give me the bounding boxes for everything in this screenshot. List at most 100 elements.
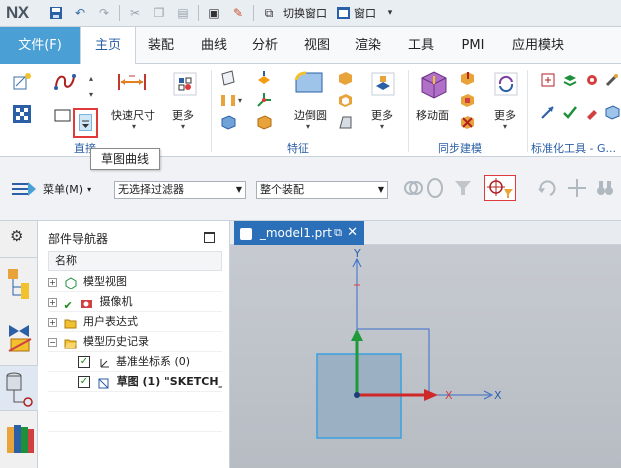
expand-icon[interactable]: + — [48, 277, 57, 287]
tab-applications[interactable]: 应用模块 — [504, 27, 572, 64]
gear-icon[interactable]: ⚙ — [10, 227, 23, 245]
extrude-icon[interactable] — [256, 70, 272, 86]
chamfer-icon[interactable] — [337, 70, 353, 86]
reuse-library-icon[interactable] — [5, 421, 35, 458]
pull-face-icon[interactable] — [459, 70, 475, 86]
tab-pmi[interactable]: PMI — [452, 27, 494, 64]
move-face-label[interactable]: 移动面 — [416, 107, 449, 123]
unite-icon[interactable] — [256, 114, 272, 130]
visibility-checkbox[interactable]: ✓ — [78, 356, 90, 368]
cut-icon[interactable]: ✂ — [126, 4, 144, 22]
chevron-down-icon[interactable]: ▾ — [181, 122, 185, 131]
finish-sketch-icon[interactable] — [12, 104, 32, 124]
datum-csys-icon[interactable] — [256, 92, 272, 108]
tab-file[interactable]: 文件(F) — [0, 27, 80, 64]
type-filter-dropdown[interactable]: 无选择过滤器 ▼ — [114, 181, 246, 199]
block-icon[interactable] — [220, 114, 236, 130]
chevron-down-icon[interactable]: ▾ — [132, 122, 136, 131]
edge-blend-label[interactable]: 边倒圆 — [294, 107, 327, 123]
general-selection-icon[interactable] — [402, 177, 424, 199]
edge-blend-icon[interactable] — [294, 70, 324, 98]
touch-mode-icon[interactable]: ✎ — [229, 4, 247, 22]
menu-button[interactable]: 菜单(M) ▾ — [10, 179, 91, 199]
sketch-curve-dropdown-face[interactable] — [79, 114, 92, 131]
chevron-down-icon[interactable]: ▾ — [380, 122, 384, 131]
tool-icon[interactable] — [604, 72, 620, 88]
switch-window-label[interactable]: 切换窗口 — [283, 5, 327, 21]
marker-tool-icon[interactable] — [584, 104, 600, 120]
graphics-window[interactable]: _model1.prt ⧉ ✕ Y X X — [230, 221, 621, 468]
tab-view[interactable]: 视图 — [296, 27, 338, 64]
expand-icon[interactable]: + — [48, 297, 57, 307]
window-label[interactable]: 窗口 — [354, 5, 376, 21]
layer-icon[interactable] — [562, 72, 578, 88]
snap-endpoint-icon[interactable] — [566, 177, 588, 199]
snap-point-filter-icon[interactable] — [484, 175, 516, 201]
selection-scope-dropdown[interactable]: 整个装配 ▼ — [256, 181, 388, 199]
more-feature-icon[interactable] — [371, 72, 395, 96]
quick-dimension-icon[interactable] — [117, 70, 147, 94]
delete-face-icon[interactable] — [459, 114, 475, 130]
undo-selection-icon[interactable] — [536, 177, 558, 199]
offset-region-icon[interactable] — [459, 92, 475, 108]
switch-window-icon[interactable]: ⧉ — [260, 4, 278, 22]
profile-icon[interactable] — [53, 70, 77, 92]
constraint-navigator-icon[interactable] — [7, 321, 33, 356]
filter-icon[interactable] — [452, 177, 474, 199]
more-sketch-label[interactable]: 更多 — [172, 107, 194, 123]
chevron-down-icon[interactable]: ▾ — [238, 96, 242, 105]
tree-item-datum-csys[interactable]: ✓ 基准坐标系 (0) — [48, 352, 222, 372]
chevron-down-icon[interactable]: ▾ — [385, 4, 395, 22]
datum-plane-icon[interactable] — [220, 70, 236, 86]
draft-icon[interactable] — [337, 114, 353, 130]
maximize-icon[interactable] — [204, 232, 215, 243]
chevron-down-icon[interactable]: ▾ — [306, 122, 310, 131]
tree-item-model-history[interactable]: − 模型历史记录 — [48, 332, 222, 352]
binoculars-icon[interactable] — [594, 177, 616, 199]
visibility-checkbox[interactable]: ✓ — [78, 376, 90, 388]
tab-analysis[interactable]: 分析 — [244, 27, 286, 64]
hole-icon[interactable] — [220, 92, 236, 108]
window-icon[interactable] — [337, 7, 350, 19]
more-sync-label[interactable]: 更多 — [494, 107, 516, 123]
chevron-down-icon[interactable]: ▾ — [89, 90, 93, 99]
cube-tool-icon[interactable] — [604, 104, 620, 120]
expand-icon[interactable]: + — [48, 317, 57, 327]
sketch-icon[interactable] — [12, 72, 32, 92]
shell-icon[interactable] — [337, 92, 353, 108]
undo-icon[interactable]: ↶ — [71, 4, 89, 22]
rectangle-icon[interactable] — [54, 109, 72, 123]
check-tool-icon[interactable] — [562, 104, 578, 120]
copy-icon[interactable]: ❐ — [150, 4, 168, 22]
part-navigator-tab[interactable] — [0, 365, 38, 411]
graphics-tab[interactable]: _model1.prt ⧉ ✕ — [234, 221, 364, 245]
tab-home[interactable]: 主页 — [80, 27, 136, 65]
repeat-command-icon[interactable]: ▣ — [205, 4, 223, 22]
sketch-curve-dropdown-button[interactable] — [73, 108, 98, 138]
collapse-icon[interactable]: − — [48, 337, 57, 347]
more-feature-label[interactable]: 更多 — [371, 107, 393, 123]
tree-item-user-expressions[interactable]: + 用户表达式 — [48, 312, 222, 332]
tab-tools[interactable]: 工具 — [400, 27, 442, 64]
arrow-tool-icon[interactable] — [540, 104, 556, 120]
assembly-filter-icon[interactable] — [424, 177, 446, 199]
close-icon[interactable]: ✕ — [347, 221, 358, 245]
chevron-down-icon[interactable]: ▾ — [503, 122, 507, 131]
tab-assembly[interactable]: 装配 — [140, 27, 182, 64]
paste-icon[interactable]: ▤ — [174, 4, 192, 22]
graphics-canvas[interactable]: Y X X — [230, 245, 621, 468]
more-sync-icon[interactable] — [494, 72, 518, 96]
standard-part-icon[interactable] — [540, 72, 556, 88]
tab-curve[interactable]: 曲线 — [193, 27, 235, 64]
assembly-navigator-icon[interactable] — [7, 267, 31, 306]
restore-icon[interactable]: ⧉ — [334, 221, 342, 245]
save-icon[interactable] — [47, 4, 65, 22]
tree-item-sketch[interactable]: ✓ 草图 (1) "SKETCH_000" — [48, 372, 222, 392]
quick-dimension-label[interactable]: 快速尺寸 — [111, 107, 155, 123]
tab-render[interactable]: 渲染 — [347, 27, 389, 64]
redo-icon[interactable]: ↷ — [95, 4, 113, 22]
navigator-column-header[interactable]: 名称 — [48, 251, 222, 271]
more-sketch-icon[interactable] — [173, 72, 197, 96]
tree-item-model-views[interactable]: + 模型视图 — [48, 272, 222, 292]
chevron-up-icon[interactable]: ▴ — [89, 74, 93, 83]
